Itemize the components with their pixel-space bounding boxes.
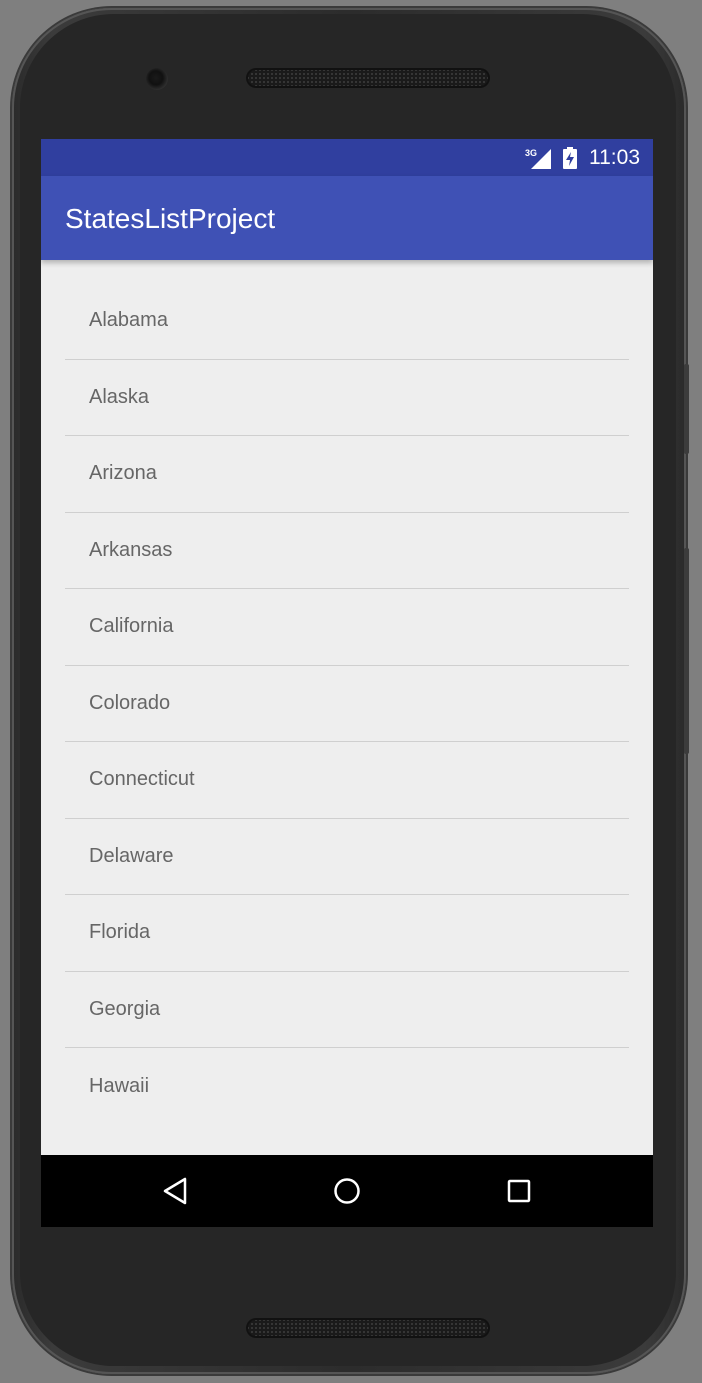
states-list: Alabama Alaska Arizona Arkansas Californ… [65,283,629,1125]
front-camera-icon [146,68,168,90]
list-item-georgia[interactable]: Georgia [65,972,629,1048]
battery-charging-icon [563,147,577,169]
bottom-speaker-grille [246,1318,490,1338]
navigation-bar [41,1155,653,1227]
recents-button[interactable] [499,1171,539,1211]
list-item-delaware[interactable]: Delaware [65,819,629,895]
home-icon [334,1178,360,1204]
volume-button [684,548,689,754]
back-icon [163,1177,187,1205]
app-title: StatesListProject [65,203,276,234]
list-item-california[interactable]: California [65,589,629,666]
home-button[interactable] [327,1171,367,1211]
list-item-alabama[interactable]: Alabama [65,283,629,360]
list-item-alaska[interactable]: Alaska [65,360,629,436]
device-screen: 3G 11:03 StatesListProject Alabama Alask… [41,139,653,1227]
signal-3g-icon: 3G [525,148,551,169]
list-item-connecticut[interactable]: Connecticut [65,742,629,819]
top-speaker-grille [246,68,490,88]
back-button[interactable] [155,1171,195,1211]
power-button [684,364,689,454]
status-time: 11:03 [589,146,640,169]
list-item-florida[interactable]: Florida [65,895,629,972]
list-item-arkansas[interactable]: Arkansas [65,513,629,589]
list-item-colorado[interactable]: Colorado [65,666,629,742]
list-item-arizona[interactable]: Arizona [65,436,629,513]
list-item-hawaii[interactable]: Hawaii [65,1048,629,1125]
recents-icon [507,1179,531,1203]
status-bar: 3G 11:03 [41,139,653,176]
network-type-label: 3G [525,148,537,158]
app-bar: StatesListProject [41,176,653,260]
